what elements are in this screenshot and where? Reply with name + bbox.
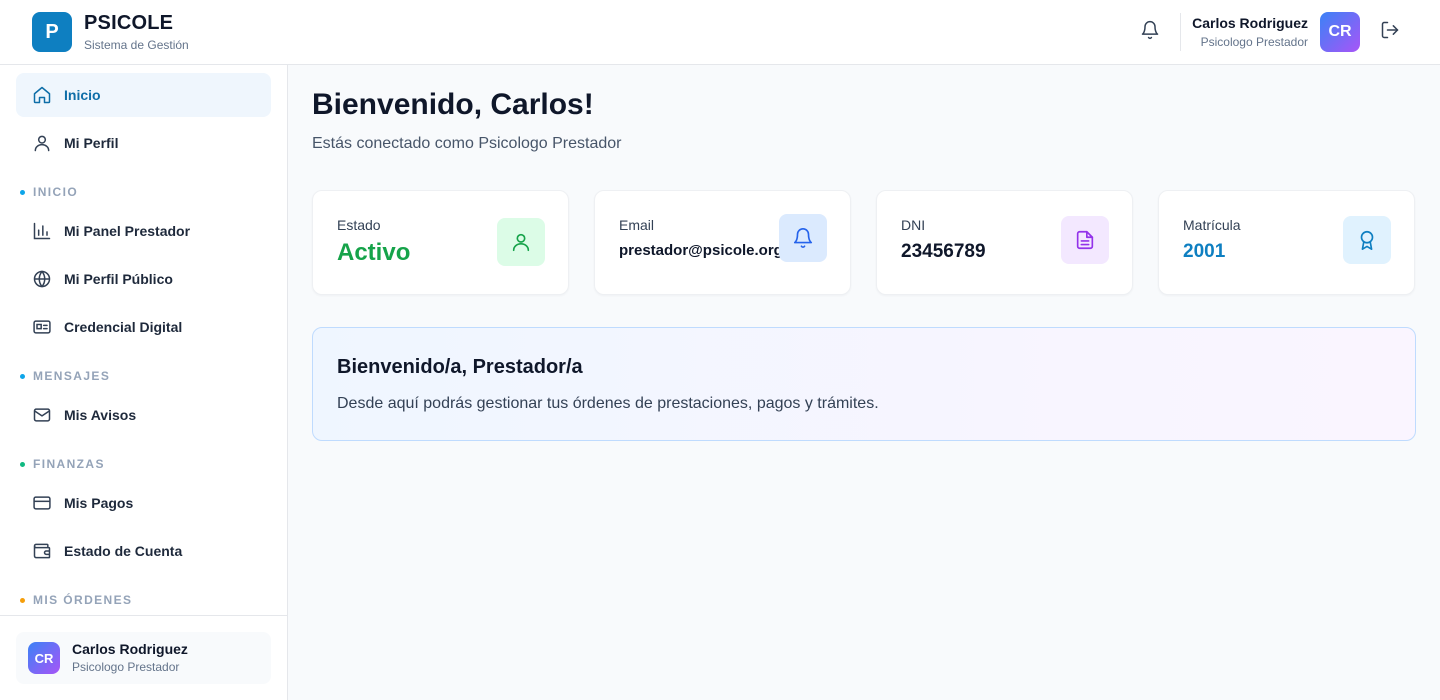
section-title: INICIO [33,185,79,199]
page-subtitle: Estás conectado como Psicologo Prestador [312,135,622,152]
sidebar-item-mi-perfil[interactable]: Mi Perfil [16,121,271,165]
header-user-role: Psicologo Prestador [1200,35,1308,49]
stat-card-matricula: Matrícula 2001 [1158,190,1415,295]
sidebar-item-estado-de-cuenta[interactable]: Estado de Cuenta [16,529,271,573]
top-header: P PSICOLE Sistema de Gestión Carlos Rodr… [0,0,1440,65]
sidebar-item-mi-perfil-publico[interactable]: Mi Perfil Público [16,257,271,301]
card-label: Estado [337,217,381,233]
card-label: Email [619,217,655,233]
user-icon [497,218,545,266]
document-icon [1061,216,1109,264]
sidebar-item-label: Mis Pagos [64,495,134,511]
id-card-icon [32,317,52,337]
section-mensajes: MENSAJES [20,369,110,383]
award-icon [1343,216,1391,264]
wallet-icon [32,541,52,561]
app-logo[interactable]: P [32,12,72,52]
mail-icon [32,405,52,425]
home-icon [32,85,52,105]
section-dot [20,461,25,467]
sidebar-item-label: Mi Perfil Público [64,271,173,287]
section-finanzas: FINANZAS [20,457,105,471]
sidebar-user-name: Carlos Rodriguez [72,641,188,657]
sidebar-user-card[interactable]: CR Carlos Rodriguez Psicologo Prestador [16,632,271,684]
app-subtitle: Sistema de Gestión [84,38,189,52]
section-dot [20,189,25,195]
section-dot [20,597,25,603]
card-label: Matrícula [1183,217,1241,233]
bell-icon [779,214,827,262]
bell-icon [1140,20,1160,45]
section-title: FINANZAS [33,457,105,471]
app-name: PSICOLE [84,12,174,34]
card-value: Activo [337,239,411,266]
section-title: MIS ÓRDENES [33,593,133,607]
header-divider [1180,13,1181,51]
stat-card-estado: Estado Activo [312,190,569,295]
sidebar-item-label: Mi Panel Prestador [64,223,191,239]
banner-text: Desde aquí podrás gestionar tus órdenes … [337,395,879,412]
card-value: prestador@psicole.org [619,242,783,259]
sidebar-user-role: Psicologo Prestador [72,660,180,674]
sidebar-item-mis-pagos[interactable]: Mis Pagos [16,481,271,525]
card-label: DNI [901,217,926,233]
sidebar-item-mi-panel-prestador[interactable]: Mi Panel Prestador [16,209,271,253]
banner-title: Bienvenido/a, Prestador/a [337,356,583,378]
logout-button[interactable] [1374,16,1406,48]
sidebar-item-mis-avisos[interactable]: Mis Avisos [16,393,271,437]
logout-icon [1380,20,1400,45]
section-mis-ordenes: MIS ÓRDENES [20,593,132,607]
header-user-name: Carlos Rodriguez [1192,15,1308,31]
sidebar: Inicio Mi Perfil INICIO Mi Panel Prestad… [0,65,288,700]
sidebar-footer: CR Carlos Rodriguez Psicologo Prestador [0,615,287,700]
sidebar-item-label: Mi Perfil [64,135,119,151]
credit-card-icon [32,493,52,513]
user-icon [32,133,52,153]
page-title: Bienvenido, Carlos! [312,88,594,121]
sidebar-item-label: Estado de Cuenta [64,543,183,559]
section-inicio: INICIO [20,185,78,199]
sidebar-item-label: Inicio [64,87,101,103]
stat-card-dni: DNI 23456789 [876,190,1133,295]
sidebar-item-credencial-digital[interactable]: Credencial Digital [16,305,271,349]
welcome-banner: Bienvenido/a, Prestador/a Desde aquí pod… [312,327,1416,441]
globe-icon [32,269,52,289]
sidebar-item-inicio[interactable]: Inicio [16,73,271,117]
card-value: 2001 [1183,241,1226,262]
stat-card-email: Email prestador@psicole.org [594,190,851,295]
sidebar-item-label: Mis Avisos [64,407,137,423]
section-title: MENSAJES [33,369,111,383]
sidebar-item-label: Credencial Digital [64,319,183,335]
avatar[interactable]: CR [1320,12,1360,52]
card-value: 23456789 [901,241,986,262]
notifications-button[interactable] [1134,16,1166,48]
section-dot [20,373,25,379]
bar-chart-icon [32,221,52,241]
avatar: CR [28,642,60,674]
